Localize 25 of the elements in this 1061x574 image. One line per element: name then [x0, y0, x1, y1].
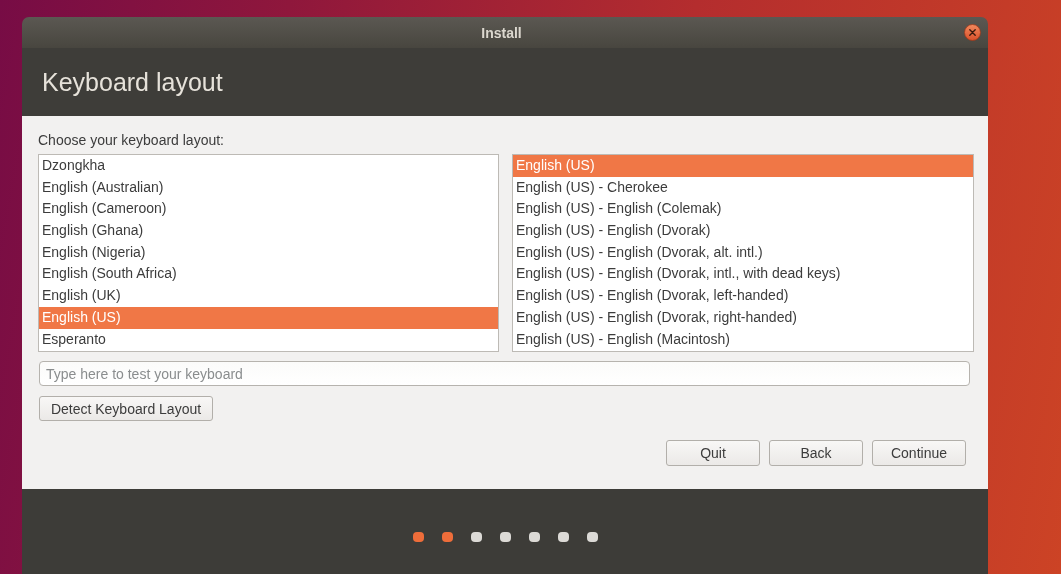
close-icon[interactable]: [964, 24, 981, 41]
variant-list-item[interactable]: English (US) - English (Dvorak, right-handed): [513, 306, 973, 329]
layout-list-item[interactable]: English (Ghana): [39, 220, 498, 242]
window-title: Install: [481, 24, 522, 41]
layout-list-item[interactable]: English (Nigeria): [39, 241, 498, 264]
layout-list-item[interactable]: English (Cameroon): [39, 198, 498, 221]
nav-button[interactable]: Back: [769, 440, 863, 466]
layout-list-item[interactable]: English (South Africa): [39, 263, 498, 286]
variant-list-item[interactable]: English (US) - Cherokee: [513, 176, 973, 199]
variant-list-item[interactable]: English (US) - English (Dvorak): [513, 220, 973, 242]
layout-prompt: Choose your keyboard layout:: [38, 131, 224, 149]
layout-list-item[interactable]: Esperanto: [39, 328, 498, 351]
variant-list-item[interactable]: English (US) - English (Dvorak, alt. intl.): [513, 241, 973, 264]
nav-button[interactable]: Quit: [666, 440, 760, 466]
detect-layout-button[interactable]: Detect Keyboard Layout: [39, 396, 213, 421]
variant-list-item[interactable]: English (US) - English (Dvorak, left-handed): [513, 285, 973, 307]
layout-list-item[interactable]: Dzongkha: [39, 155, 498, 177]
nav-button[interactable]: Continue: [872, 440, 966, 466]
layout-list-item[interactable]: English (UK): [39, 285, 498, 307]
keyboard-test-field[interactable]: Type here to test your keyboard: [39, 361, 970, 386]
variant-list-item[interactable]: English (US) - English (Dvorak, intl., with dead keys): [513, 263, 973, 286]
variant-list-item[interactable]: English (US) - English (Colemak): [513, 198, 973, 221]
page-heading: Keyboard layout: [42, 67, 223, 97]
variant-list-item[interactable]: English (US) - English (Macintosh): [513, 328, 973, 351]
layout-list-item[interactable]: English (Australian): [39, 176, 498, 199]
